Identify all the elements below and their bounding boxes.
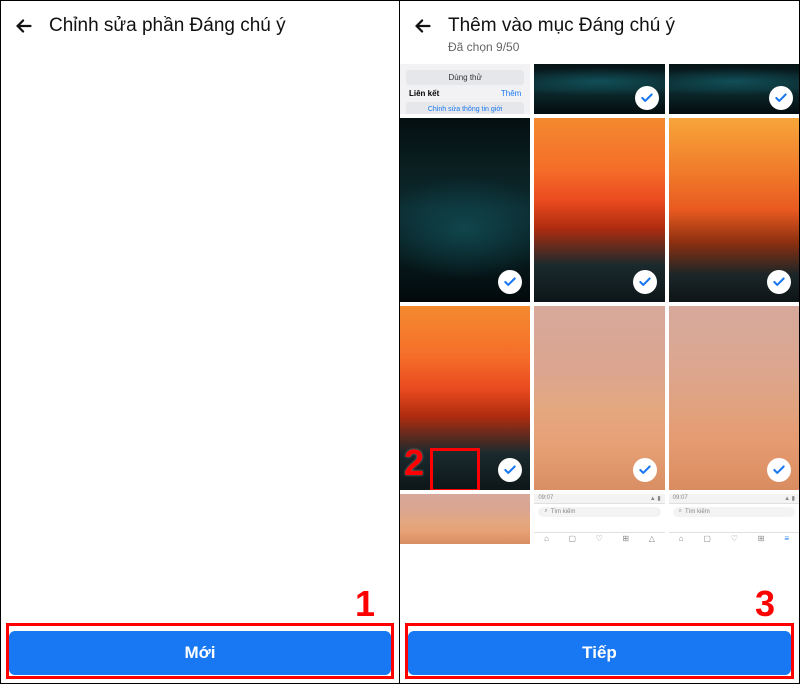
next-button[interactable]: Tiếp (408, 631, 791, 675)
grid-item[interactable] (400, 494, 530, 544)
check-icon (767, 270, 791, 294)
check-icon (635, 86, 659, 110)
mini-links-row: Liên kết Thêm (406, 89, 524, 98)
grid-item[interactable] (669, 118, 799, 302)
header-left: Chỉnh sửa phần Đáng chú ý (1, 1, 399, 48)
grid-item[interactable]: 09:07▲ ▮ ⌕ Tìm kiếm ⌂▢♡⊞≡ (669, 494, 799, 544)
photo-grid: Dùng thử Liên kết Thêm Chỉnh sửa thông t… (400, 64, 799, 623)
empty-content (1, 48, 399, 623)
check-icon (769, 86, 793, 110)
pane-edit-featured: Chỉnh sửa phần Đáng chú ý 1 Mới (1, 1, 400, 683)
grid-item[interactable] (534, 64, 664, 114)
mini-browser-status: 09:07▲ ▮ (669, 494, 799, 504)
grid-item[interactable]: 09:07▲ ▮ ⌕ Tìm kiếm ⌂▢♡⊞△ (534, 494, 664, 544)
mini-try-button: Dùng thử (406, 70, 524, 85)
annotation-1: 1 (355, 583, 375, 625)
grid-item[interactable]: 2 (400, 306, 530, 490)
mini-bio: Chỉnh sửa thông tin giới (406, 102, 524, 114)
selection-count: Đã chọn 9/50 (448, 40, 675, 54)
mini-browser-status: 09:07▲ ▮ (534, 494, 664, 504)
check-icon (633, 458, 657, 482)
check-icon (767, 458, 791, 482)
grid-item[interactable] (534, 118, 664, 302)
grid-item[interactable]: Dùng thử Liên kết Thêm Chỉnh sửa thông t… (400, 64, 530, 114)
check-icon (498, 458, 522, 482)
mini-browser-nav: ⌂▢♡⊞≡ (669, 532, 799, 544)
annotation-3: 3 (755, 583, 775, 625)
mini-browser-nav: ⌂▢♡⊞△ (534, 532, 664, 544)
back-icon[interactable] (13, 15, 35, 37)
footer-right: Tiếp (400, 623, 799, 683)
pane-add-featured: Thêm vào mục Đáng chú ý Đã chọn 9/50 Dùn… (400, 1, 799, 683)
mini-browser-search: ⌕ Tìm kiếm (673, 507, 795, 517)
grid-item[interactable] (534, 306, 664, 490)
highlight-2 (430, 448, 480, 490)
header-right: Thêm vào mục Đáng chú ý Đã chọn 9/50 (400, 1, 799, 64)
check-icon (633, 270, 657, 294)
page-title-left: Chỉnh sửa phần Đáng chú ý (49, 15, 286, 38)
mini-links-label: Liên kết (409, 89, 439, 98)
new-button[interactable]: Mới (9, 631, 391, 675)
footer-left: Mới (1, 623, 399, 683)
mini-browser-search: ⌕ Tìm kiếm (538, 507, 660, 517)
back-icon[interactable] (412, 15, 434, 37)
grid-item[interactable] (400, 118, 530, 302)
grid-item[interactable] (669, 64, 799, 114)
page-title-right: Thêm vào mục Đáng chú ý (448, 15, 675, 38)
check-icon (498, 270, 522, 294)
grid-item[interactable] (669, 306, 799, 490)
annotation-2: 2 (404, 442, 424, 484)
mini-links-action: Thêm (501, 89, 521, 98)
